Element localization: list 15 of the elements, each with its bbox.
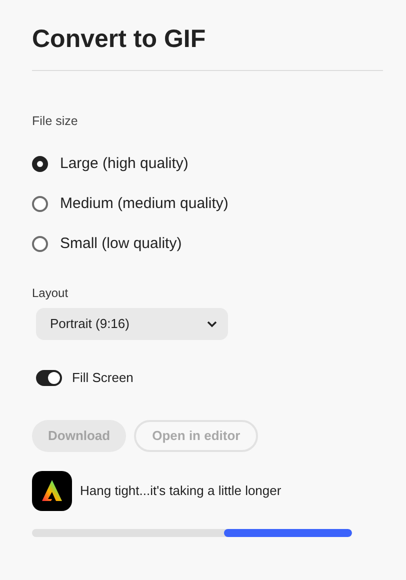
toggle-label[interactable]: Fill Screen bbox=[72, 368, 134, 388]
layout-dropdown[interactable]: Portrait (9:16) bbox=[36, 308, 228, 340]
chevron-down-icon bbox=[206, 320, 218, 328]
radio-label[interactable]: Small (low quality) bbox=[60, 232, 182, 256]
radio-label[interactable]: Large (high quality) bbox=[60, 152, 188, 176]
field-label: File size bbox=[32, 113, 79, 129]
toggle-switch[interactable] bbox=[36, 370, 62, 386]
radio-label[interactable]: Medium (medium quality) bbox=[60, 192, 228, 216]
radio-button[interactable] bbox=[32, 156, 48, 172]
radio-button[interactable] bbox=[32, 196, 48, 212]
radio-button[interactable] bbox=[32, 236, 48, 252]
field-label: Layout bbox=[32, 285, 70, 301]
page-title: Convert to GIF bbox=[32, 24, 207, 55]
status-message: Hang tight...it's taking a little longer bbox=[80, 482, 282, 500]
app-logo-icon bbox=[32, 470, 72, 510]
